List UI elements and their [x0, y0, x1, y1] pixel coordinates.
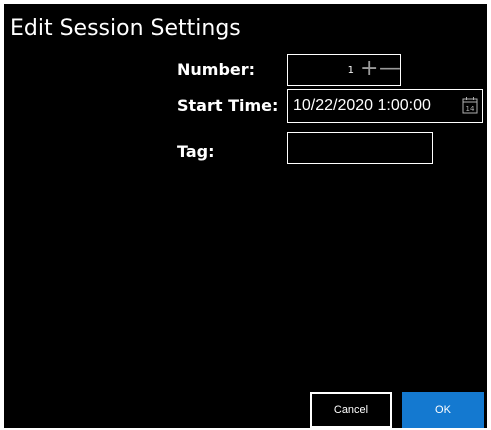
calendar-icon[interactable]: 14: [462, 96, 478, 114]
minus-icon[interactable]: —: [379, 58, 401, 80]
start-time-picker[interactable]: 10/22/2020 1:00:00 14: [287, 89, 483, 123]
ok-button[interactable]: OK: [402, 392, 484, 428]
tag-label: Tag:: [177, 142, 215, 161]
start-time-label: Start Time:: [177, 96, 279, 115]
cancel-button[interactable]: Cancel: [310, 392, 392, 428]
calendar-day-number: 14: [466, 105, 475, 113]
plus-icon[interactable]: +: [360, 58, 378, 80]
dialog-title: Edit Session Settings: [10, 16, 241, 41]
number-value: 1: [347, 65, 354, 76]
number-label: Number:: [177, 60, 256, 79]
tag-input[interactable]: [287, 132, 433, 164]
edit-session-dialog: Edit Session Settings Number: 1 + — Star…: [4, 4, 487, 428]
number-stepper[interactable]: 1 + —: [287, 54, 401, 86]
start-time-value: 10/22/2020 1:00:00: [293, 97, 431, 114]
